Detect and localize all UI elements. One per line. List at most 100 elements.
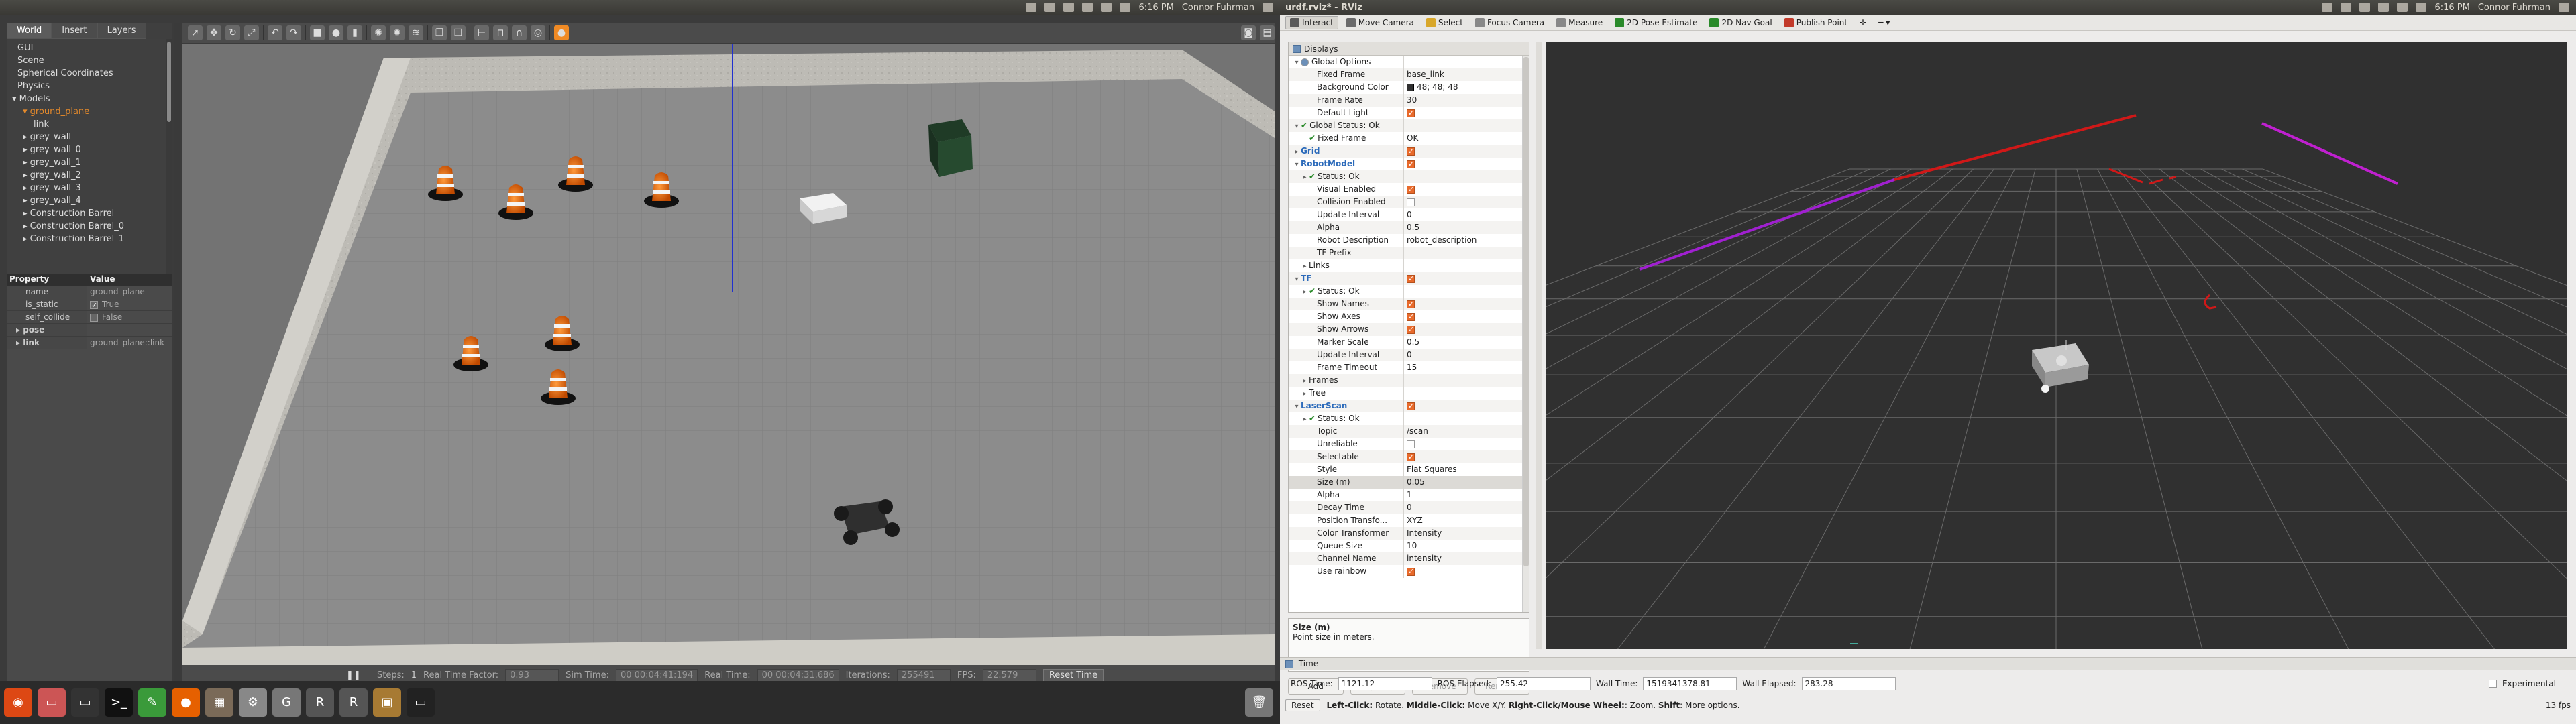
display-row-use-rainbow[interactable]: Use rainbow	[1289, 565, 1522, 578]
display-row-marker-scale[interactable]: Marker Scale 0.5	[1289, 336, 1522, 349]
property-row[interactable]: self_collide False	[7, 311, 172, 324]
display-row-collision-enabled[interactable]: Collision Enabled	[1289, 196, 1522, 208]
tool-2d-nav-goal[interactable]: 2D Nav Goal	[1705, 17, 1776, 29]
tree-item-construction-barrel-1[interactable]: ▸ Construction Barrel_1	[7, 233, 172, 245]
display-row-channel-name[interactable]: Channel Name intensity	[1289, 552, 1522, 565]
tool-publish-point[interactable]: Publish Point	[1780, 17, 1851, 29]
display-value[interactable]: 15	[1404, 361, 1522, 374]
scrollbar-thumb[interactable]	[167, 42, 171, 122]
dropbox-icon[interactable]	[1026, 3, 1037, 12]
tool-2d-pose-estimate[interactable]: 2D Pose Estimate	[1611, 17, 1701, 29]
display-row-tf[interactable]: ▾ TF	[1289, 272, 1522, 285]
displays-scrollbar[interactable]	[1522, 56, 1529, 612]
display-value[interactable]: 0	[1404, 501, 1522, 514]
volume-icon[interactable]	[1120, 3, 1131, 12]
color-swatch[interactable]	[1407, 84, 1414, 91]
display-value[interactable]: 1	[1404, 489, 1522, 501]
display-checkbox[interactable]	[1407, 107, 1415, 119]
display-row-robotmodel[interactable]: ▾ RobotModel	[1289, 158, 1522, 170]
display-value[interactable]	[1404, 247, 1522, 259]
tree-item-grey-wall-3[interactable]: ▸ grey_wall_3	[7, 182, 172, 194]
files-icon[interactable]: ▦	[205, 688, 233, 717]
display-row-alpha[interactable]: Alpha 0.5	[1289, 221, 1522, 234]
expand-right-icon[interactable]: ▸	[1301, 260, 1309, 272]
display-value[interactable]: 30	[1404, 94, 1522, 107]
display-value[interactable]	[1404, 56, 1522, 68]
sphere-shape-icon[interactable]: ●	[329, 25, 343, 40]
display-row-color-transformer[interactable]: Color Transformer Intensity	[1289, 527, 1522, 540]
display-row-status-ok[interactable]: ▸ ✔ Status: Ok	[1289, 412, 1522, 425]
display-value[interactable]: OK	[1404, 132, 1522, 145]
tree-item-gui[interactable]: GUI	[7, 42, 172, 54]
expand-down-icon[interactable]: ▾	[1293, 158, 1301, 170]
display-row-default-light[interactable]: Default Light	[1289, 107, 1522, 119]
settings-icon[interactable]: ⚙	[239, 688, 267, 717]
tree-item-models[interactable]: ▾ Models	[7, 93, 172, 105]
display-value[interactable]	[1404, 285, 1522, 298]
bluetooth-icon[interactable]	[1044, 3, 1056, 12]
property-row[interactable]: ▸ link ground_plane::link	[7, 337, 172, 349]
tab-insert[interactable]: Insert	[52, 23, 97, 39]
point-light-icon[interactable]: ✺	[371, 25, 386, 40]
tool-focus-camera[interactable]: Focus Camera	[1471, 17, 1548, 29]
display-row-frames[interactable]: ▸ Frames	[1289, 374, 1522, 387]
property-row[interactable]: is_static True	[7, 298, 172, 312]
ros-time-field[interactable]: 1121.12	[1338, 677, 1432, 690]
screenshot-icon[interactable]: ◙	[1241, 25, 1256, 40]
display-row-position-transfo[interactable]: Position Transfo... XYZ	[1289, 514, 1522, 527]
display-checkbox[interactable]	[1407, 323, 1415, 336]
expand-down-icon[interactable]: ▾	[1293, 273, 1301, 285]
mail-icon[interactable]	[2397, 3, 2408, 12]
tree-item-link[interactable]: link	[7, 118, 172, 131]
magnet-icon[interactable]: ∩	[512, 25, 527, 40]
display-checkbox[interactable]	[1407, 183, 1415, 196]
display-checkbox[interactable]	[1407, 440, 1415, 448]
display-value[interactable]: 10	[1404, 540, 1522, 552]
display-row-background-color[interactable]: Background Color 48; 48; 48	[1289, 81, 1522, 94]
display-row-fixed-frame[interactable]: Fixed Frame base_link	[1289, 68, 1522, 81]
display-value[interactable]: base_link	[1404, 68, 1522, 81]
display-value[interactable]: 48; 48; 48	[1404, 81, 1522, 94]
display-value[interactable]	[1404, 374, 1522, 387]
display-value[interactable]: intensity	[1404, 552, 1522, 565]
display-row-grid[interactable]: ▸ Grid	[1289, 145, 1522, 158]
expand-right-icon[interactable]: ▸	[1301, 413, 1309, 425]
display-value[interactable]: 0.05	[1404, 476, 1522, 489]
paste-icon[interactable]: ❏	[451, 25, 466, 40]
display-value[interactable]: 0	[1404, 349, 1522, 361]
wall-elapsed-field[interactable]: 283.28	[1801, 677, 1896, 690]
tab-world[interactable]: World	[7, 23, 52, 39]
display-value[interactable]: 0.5	[1404, 336, 1522, 349]
display-value[interactable]: Flat Squares	[1404, 463, 1522, 476]
property-row[interactable]: ▸ pose	[7, 324, 172, 337]
display-row-frame-rate[interactable]: Frame Rate 30	[1289, 94, 1522, 107]
keyboard-icon[interactable]	[1082, 3, 1093, 12]
display-row-links[interactable]: ▸ Links	[1289, 259, 1522, 272]
expand-right-icon[interactable]: ▸	[1293, 145, 1301, 158]
display-row-alpha[interactable]: Alpha 1	[1289, 489, 1522, 501]
reset-time-button[interactable]: Reset Time	[1042, 668, 1104, 682]
clock[interactable]: 6:16 PM	[1138, 3, 1173, 13]
keyboard-icon[interactable]	[2378, 3, 2390, 12]
tool-select[interactable]: Select	[1422, 17, 1467, 29]
tree-item-grey-wall[interactable]: ▸ grey_wall	[7, 131, 172, 143]
volume-icon[interactable]	[2416, 3, 2427, 12]
tree-item-construction-barrel-0[interactable]: ▸ Construction Barrel_0	[7, 220, 172, 233]
display-value[interactable]	[1404, 170, 1522, 183]
display-row-unreliable[interactable]: Unreliable	[1289, 438, 1522, 450]
rviz-icon[interactable]: R	[306, 688, 334, 717]
panel-splitter[interactable]	[1536, 42, 1542, 649]
tree-scrollbar[interactable]	[166, 39, 172, 274]
undo-icon[interactable]: ↶	[268, 25, 282, 40]
terminal-icon[interactable]: ▭	[71, 688, 99, 717]
files-icon[interactable]: ▭	[38, 688, 66, 717]
display-value[interactable]: 0.5	[1404, 221, 1522, 234]
network-icon[interactable]	[2359, 3, 2371, 12]
box-shape-icon[interactable]: ■	[310, 25, 325, 40]
pause-icon[interactable]: ❚❚	[346, 670, 361, 680]
terminal-icon[interactable]: >_	[105, 688, 133, 717]
gazebo-icon[interactable]: G	[272, 688, 301, 717]
display-row-show-arrows[interactable]: Show Arrows	[1289, 323, 1522, 336]
redo-icon[interactable]: ↷	[286, 25, 301, 40]
display-row-show-names[interactable]: Show Names	[1289, 298, 1522, 310]
